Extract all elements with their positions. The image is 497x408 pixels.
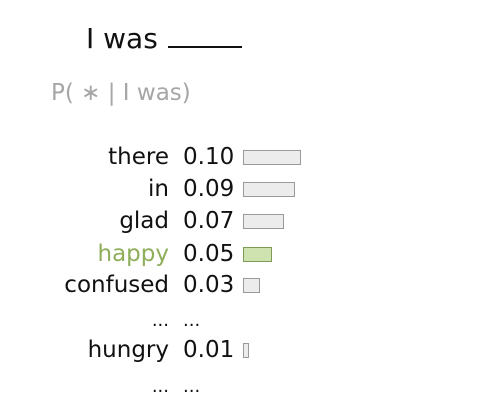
- probability-value: 0.09: [183, 176, 235, 202]
- probability-bar: [243, 214, 284, 229]
- probability-value: ...: [183, 310, 201, 331]
- probability-bar: [243, 247, 272, 262]
- word-label: ...: [151, 310, 169, 331]
- word-label: ...: [151, 376, 169, 397]
- prompt-sentence: I was: [86, 22, 242, 55]
- ellipsis-row: ......: [0, 372, 497, 402]
- word-label: glad: [119, 208, 169, 234]
- probability-value: 0.07: [183, 208, 235, 234]
- probability-value: 0.03: [183, 272, 235, 298]
- word-label: in: [148, 176, 169, 202]
- probability-row-there: there 0.10: [0, 142, 497, 172]
- probability-label: P( ∗ | I was): [51, 80, 191, 106]
- probability-bar: [243, 150, 301, 165]
- probability-value: 0.01: [183, 337, 235, 363]
- probability-row-in: in 0.09: [0, 174, 497, 204]
- word-label: confused: [64, 272, 169, 298]
- probability-row-glad: glad 0.07: [0, 206, 497, 236]
- probability-value: 0.05: [183, 241, 235, 267]
- probability-row-hungry: hungry 0.01: [0, 335, 497, 365]
- probability-value: 0.10: [183, 144, 235, 170]
- probability-row-happy: happy 0.05: [0, 239, 497, 269]
- probability-bar: [243, 182, 296, 197]
- probability-value: ...: [183, 376, 201, 397]
- prompt-blank: [167, 45, 242, 48]
- probability-bar: [243, 278, 261, 293]
- word-label: there: [108, 144, 169, 170]
- probability-row-confused: confused 0.03: [0, 270, 497, 300]
- word-label: happy: [97, 241, 169, 267]
- ellipsis-row: ......: [0, 306, 497, 336]
- prompt-text: I was: [86, 22, 158, 55]
- probability-bar: [243, 343, 249, 358]
- word-label: hungry: [87, 337, 169, 363]
